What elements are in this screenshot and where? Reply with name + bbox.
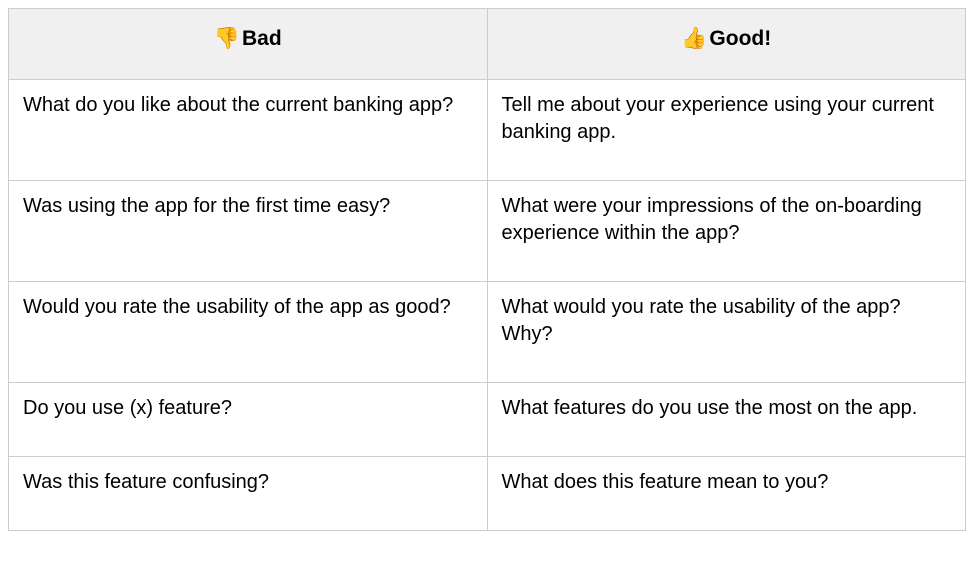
header-good: 👍Good! <box>487 9 966 80</box>
cell-good: Tell me about your experience using your… <box>487 80 966 181</box>
table-row: What do you like about the current banki… <box>9 80 966 181</box>
table-row: Do you use (x) feature? What features do… <box>9 383 966 457</box>
header-bad-label: Bad <box>242 27 282 50</box>
cell-good: What would you rate the usability of the… <box>487 282 966 383</box>
cell-bad: What do you like about the current banki… <box>9 80 488 181</box>
table-row: Was using the app for the first time eas… <box>9 181 966 282</box>
cell-good: What does this feature mean to you? <box>487 457 966 531</box>
table-row: Was this feature confusing? What does th… <box>9 457 966 531</box>
cell-bad: Do you use (x) feature? <box>9 383 488 457</box>
cell-bad: Was this feature confusing? <box>9 457 488 531</box>
thumbs-down-icon: 👎 <box>214 27 240 51</box>
header-good-label: Good! <box>709 27 771 50</box>
cell-bad: Would you rate the usability of the app … <box>9 282 488 383</box>
cell-good: What features do you use the most on the… <box>487 383 966 457</box>
table-header-row: 👎Bad 👍Good! <box>9 9 966 80</box>
header-bad: 👎Bad <box>9 9 488 80</box>
comparison-table: 👎Bad 👍Good! What do you like about the c… <box>8 8 966 531</box>
cell-bad: Was using the app for the first time eas… <box>9 181 488 282</box>
thumbs-up-icon: 👍 <box>681 27 707 51</box>
cell-good: What were your impressions of the on-boa… <box>487 181 966 282</box>
table-row: Would you rate the usability of the app … <box>9 282 966 383</box>
